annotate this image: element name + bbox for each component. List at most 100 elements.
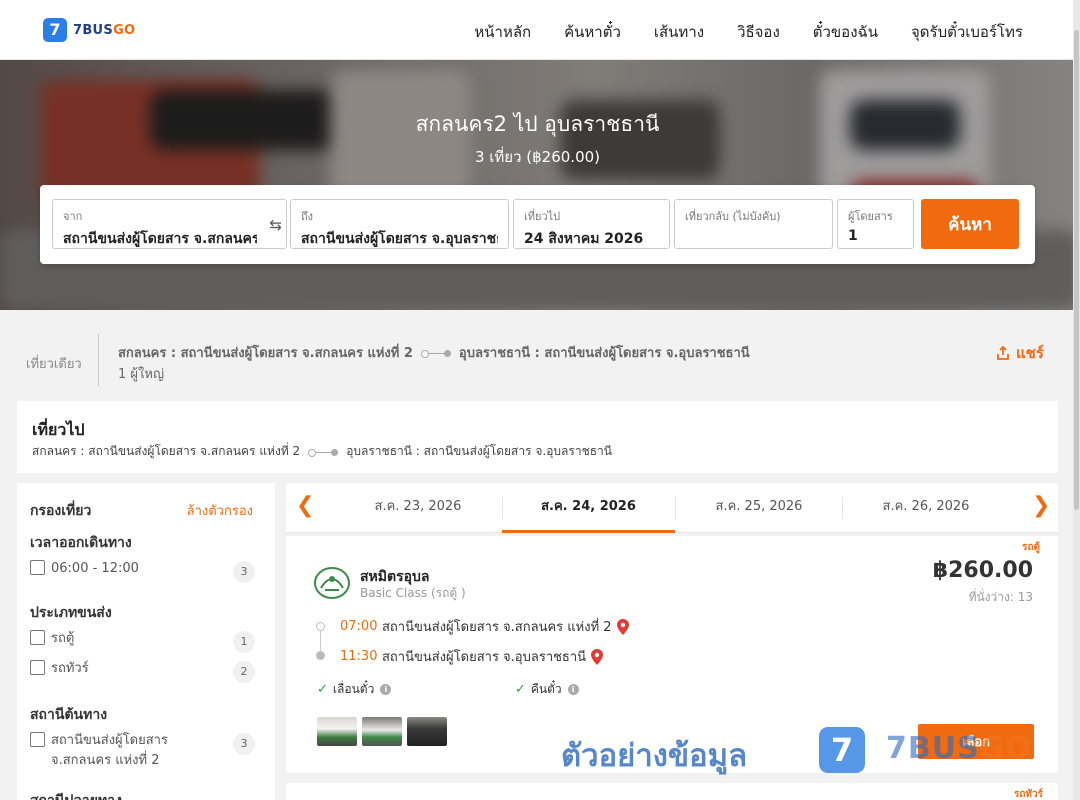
next-date-arrow-icon[interactable]: ❯ xyxy=(1032,493,1050,518)
to-field[interactable]: ถึง สถานีขนส่งผู้โดยสาร จ.อุบลราชธานี xyxy=(290,199,509,249)
checkbox-van[interactable] xyxy=(30,630,45,645)
nav-search-ticket[interactable]: ค้นหาตั๋ว xyxy=(564,20,621,44)
seats-available: ที่นั่งว่าง: 13 xyxy=(968,590,1033,604)
summary-destination: อุบลราชธานี : สถานีขนส่งผู้โดยสาร จ.อุบล… xyxy=(458,346,750,361)
top-header: 7 7BUSGO หน้าหลัก ค้นหาตั๋ว เส้นทาง วิธี… xyxy=(0,0,1080,60)
outbound-section: เที่ยวไป สกลนคร : สถานีขนส่งผู้โดยสาร จ.… xyxy=(17,401,1058,473)
passenger-field[interactable]: ผู้โดยสาร 1 xyxy=(837,199,914,249)
depart-time: 07:00 xyxy=(340,619,378,634)
nav-ticket-pickup-contact[interactable]: จุดรับตั๋วเบอร์โทร xyxy=(911,20,1023,44)
outbound-destination: อุบลราชธานี : สถานีขนส่งผู้โดยสาร จ.อุบล… xyxy=(346,444,612,458)
checkbox-time-06-12[interactable] xyxy=(30,560,45,575)
checkbox-origin-station[interactable] xyxy=(30,732,45,747)
logo-text: 7BUSGO xyxy=(73,22,136,38)
watermark-brand: 7BUSGO xyxy=(886,731,1032,766)
filter-option: สถานีขนส่งผู้โดยสาร จ.สกลนคร แห่งที่ 2 3 xyxy=(30,731,255,771)
summary-route: สกลนคร : สถานีขนส่งผู้โดยสาร จ.สกลนคร แห… xyxy=(118,342,750,363)
scrollbar-thumb[interactable] xyxy=(1074,30,1079,510)
date-tab-active[interactable]: ส.ค. 24, 2026 xyxy=(502,483,675,533)
date-tab[interactable]: ส.ค. 23, 2026 xyxy=(334,483,502,533)
date-tab[interactable]: ส.ค. 25, 2026 xyxy=(675,483,843,533)
arrive-station: สถานีขนส่งผู้โดยสาร จ.อุบลราชธานี xyxy=(382,650,587,665)
count-badge: 2 xyxy=(233,661,255,683)
depart-date-field[interactable]: เที่ยวไป 24 สิงหาคม 2026 xyxy=(513,199,670,249)
main-nav: หน้าหลัก ค้นหาตั๋ว เส้นทาง วิธีจอง ตั๋วข… xyxy=(441,20,1023,44)
filter-title: กรองเที่ยว xyxy=(30,503,92,519)
trip-type: เที่ยวเดียว xyxy=(26,357,82,372)
summary-passengers: 1 ผู้ใหญ่ xyxy=(118,367,165,382)
return-date-field[interactable]: เที่ยวกลับ (ไม่บังคับ) xyxy=(674,199,833,249)
swap-icon[interactable]: ⇆ xyxy=(269,216,282,234)
count-badge: 1 xyxy=(233,631,255,653)
depart-value: 24 สิงหาคม 2026 xyxy=(524,231,644,247)
nav-home[interactable]: หน้าหลัก xyxy=(474,20,531,44)
check-icon: ✓ xyxy=(515,682,526,697)
trip-price: ฿260.00 xyxy=(932,558,1033,583)
timeline-start-icon xyxy=(316,622,325,631)
checkbox-tour-bus[interactable] xyxy=(30,660,45,675)
nav-how-to-book[interactable]: วิธีจอง xyxy=(737,20,780,44)
outbound-title: เที่ยวไป xyxy=(32,420,85,439)
filter-option: 06:00 - 12:00 3 xyxy=(30,559,255,583)
from-label: จาก xyxy=(63,210,83,223)
logo-mark: 7 xyxy=(43,18,67,42)
vehicle-photo[interactable] xyxy=(407,717,447,746)
perk-refund: ✓ คืนตั๋ว i xyxy=(515,680,579,699)
search-button[interactable]: ค้นหา xyxy=(921,199,1019,249)
date-selector: ❮ ส.ค. 23, 2026 ส.ค. 24, 2026 ส.ค. 25, 2… xyxy=(286,483,1058,533)
nav-routes[interactable]: เส้นทาง xyxy=(654,20,704,44)
trip-card[interactable]: รถทัวร์ xyxy=(286,783,1058,800)
to-label: ถึง xyxy=(301,210,314,223)
outbound-origin: สกลนคร : สถานีขนส่งผู้โดยสาร จ.สกลนคร แห… xyxy=(32,444,301,458)
departure-stop: 07:00 สถานีขนส่งผู้โดยสาร จ.สกลนคร แห่งท… xyxy=(340,616,629,637)
share-icon xyxy=(997,345,1009,360)
origin-station-heading: สถานีต้นทาง xyxy=(30,707,108,723)
share-button[interactable]: แชร์ xyxy=(995,341,1044,365)
operator-logo-icon xyxy=(314,567,350,599)
count-badge: 3 xyxy=(233,733,255,755)
route-line-icon xyxy=(420,349,451,358)
info-icon[interactable]: i xyxy=(380,684,392,695)
departure-time-heading: เวลาออกเดินทาง xyxy=(30,535,132,551)
pax-label: ผู้โดยสาร xyxy=(848,210,893,223)
vehicle-photo[interactable] xyxy=(317,717,357,746)
depart-label: เที่ยวไป xyxy=(524,210,561,223)
route-line-icon xyxy=(308,448,339,457)
route-subtitle: 3 เที่ยว (฿260.00) xyxy=(474,148,601,166)
from-field[interactable]: จาก สถานีขนส่งผู้โดยสาร จ.สกลนคร ⇆ xyxy=(52,199,287,249)
watermark-logo-icon: 7 xyxy=(819,727,865,773)
arrival-stop: 11:30 สถานีขนส่งผู้โดยสาร จ.อุบลราชธานี xyxy=(340,646,604,667)
depart-station: สถานีขนส่งผู้โดยสาร จ.สกลนคร แห่งที่ 2 xyxy=(382,620,612,635)
vehicle-photo[interactable] xyxy=(362,717,402,746)
outbound-route: สกลนคร : สถานีขนส่งผู้โดยสาร จ.สกลนคร แห… xyxy=(32,442,612,461)
clear-filter-link[interactable]: ล้างตัวกรอง xyxy=(187,500,253,521)
site-logo[interactable]: 7 7BUSGO xyxy=(43,18,135,42)
nav-my-tickets[interactable]: ตั๋วของฉัน xyxy=(813,20,878,44)
summary-origin: สกลนคร : สถานีขนส่งผู้โดยสาร จ.สกลนคร แห… xyxy=(118,346,413,361)
filter-option: รถตู้ 1 xyxy=(30,629,255,653)
prev-date-arrow-icon[interactable]: ❮ xyxy=(296,493,314,518)
pax-value: 1 xyxy=(848,228,858,244)
dest-station-heading: สถานีปลายทาง xyxy=(30,790,122,800)
trip-summary: เที่ยวเดียว สกลนคร : สถานีขนส่งผู้โดยสาร… xyxy=(0,310,1075,400)
to-value: สถานีขนส่งผู้โดยสาร จ.อุบลราชธานี xyxy=(301,231,498,247)
count-badge: 3 xyxy=(233,561,255,583)
arrive-time: 11:30 xyxy=(340,649,378,664)
from-value: สถานีขนส่งผู้โดยสาร จ.สกลนคร xyxy=(63,231,257,247)
return-label: เที่ยวกลับ (ไม่บังคับ) xyxy=(685,210,781,223)
map-pin-icon[interactable] xyxy=(591,648,604,665)
check-icon: ✓ xyxy=(317,682,328,697)
watermark-text: ตัวอย่างข้อมูล xyxy=(561,738,748,774)
filter-sidebar: กรองเที่ยว ล้างตัวกรอง เวลาออกเดินทาง 06… xyxy=(17,483,275,800)
info-icon[interactable]: i xyxy=(567,684,579,695)
date-tab[interactable]: ส.ค. 26, 2026 xyxy=(842,483,1010,533)
filter-option: รถทัวร์ 2 xyxy=(30,659,255,683)
service-class: Basic Class (รถตู้ ) xyxy=(360,586,466,600)
perk-reschedule: ✓ เลื่อนตั๋ว i xyxy=(317,680,392,699)
timeline-end-icon xyxy=(316,651,325,660)
map-pin-icon[interactable] xyxy=(616,618,629,635)
share-label: แชร์ xyxy=(1016,344,1044,362)
transport-type-heading: ประเภทขนส่ง xyxy=(30,605,112,621)
vehicle-tag: รถทัวร์ xyxy=(1013,789,1043,800)
route-title: สกลนคร2 ไป อุบลราชธานี xyxy=(415,112,660,136)
